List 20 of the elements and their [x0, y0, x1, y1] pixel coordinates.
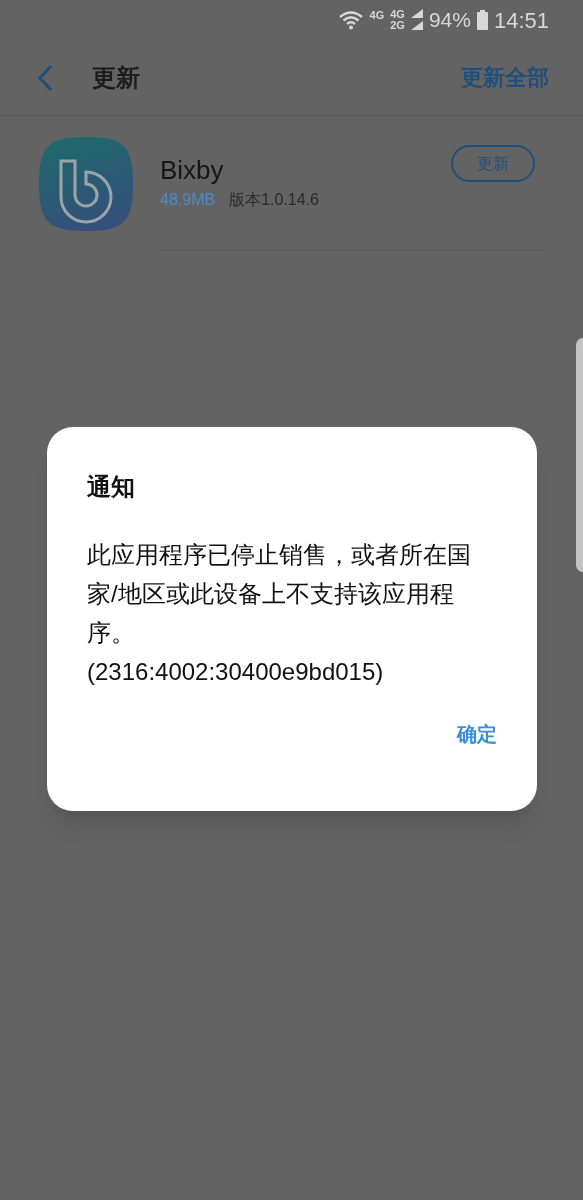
update-button[interactable]: 更新 [451, 145, 535, 182]
confirm-button[interactable]: 确定 [453, 719, 501, 749]
network-label: 4G [390, 9, 405, 20]
back-icon[interactable] [36, 63, 54, 92]
battery-icon [476, 10, 488, 30]
page-title: 更新 [92, 62, 140, 93]
clock: 14:51 [493, 6, 549, 35]
signal-icon [410, 9, 423, 31]
wifi-icon [337, 9, 364, 31]
app-icon [39, 136, 133, 231]
app-name: Bixby [160, 154, 224, 186]
dialog-message: 此应用程序已停止销售，或者所在国家/地区或此设备上不支持该应用程序。 [87, 540, 472, 648]
error-code: (2316:4002:30400e9bd015) [87, 657, 385, 687]
battery-level: 94% [428, 7, 471, 34]
network-label: 4G [369, 7, 385, 23]
network-label: 2G [390, 20, 405, 31]
dialog-title: 通知 [87, 472, 136, 502]
app-size: 48.9MB [160, 190, 216, 210]
app-version: 版本1.0.14.6 [229, 190, 319, 210]
update-all-button[interactable]: 更新全部 [461, 61, 549, 94]
